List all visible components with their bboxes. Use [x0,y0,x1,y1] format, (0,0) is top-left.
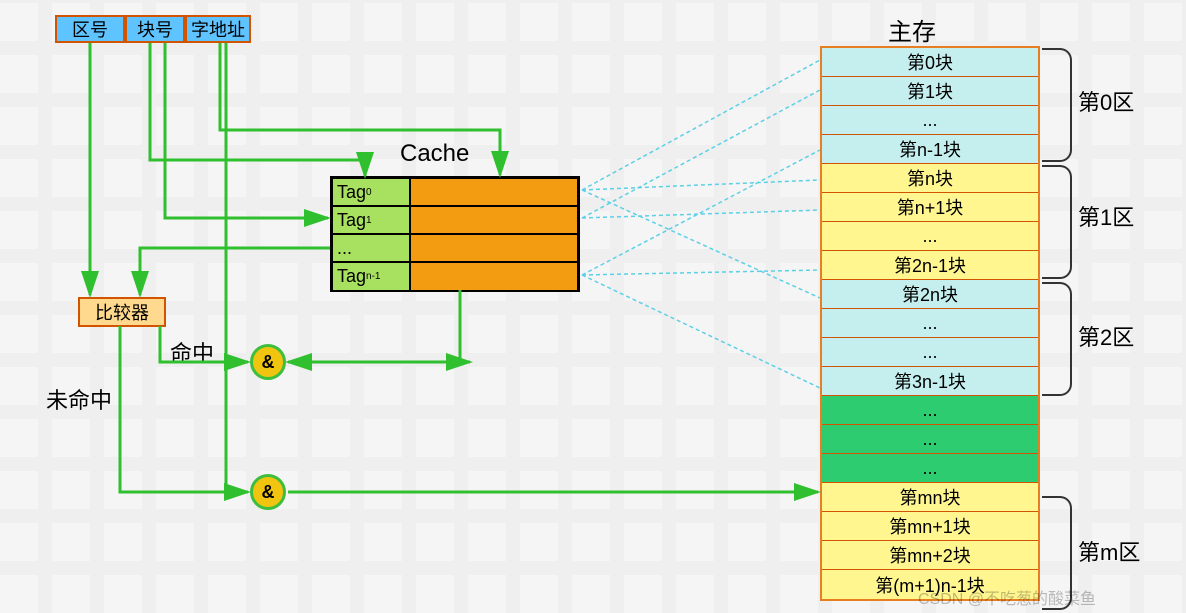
address-fields: 区号 块号 字地址 [55,15,251,43]
mem-cell: 第n+1块 [822,193,1038,222]
mem-cell: ... [822,309,1038,338]
brace-icon [1042,282,1072,396]
mem-cell: 第3n-1块 [822,367,1038,396]
brace-icon [1042,165,1072,279]
cache-tag-2: ... [332,234,410,262]
addr-region-field: 区号 [55,15,125,43]
mem-cell: 第n块 [822,164,1038,193]
mem-cell: ... [822,454,1038,483]
mem-cell: 第2n块 [822,280,1038,309]
mem-cell: 第0块 [822,48,1038,77]
mem-cell: ... [822,338,1038,367]
region-label-m: 第m区 [1078,535,1140,567]
mem-cell: 第n-1块 [822,135,1038,164]
cache-label: Cache [400,140,469,168]
mem-cell: 第mn+1块 [822,512,1038,541]
region-label-0: 第0区 [1078,85,1134,117]
cache-data-2 [410,234,578,262]
hit-label: 命中 [170,336,214,368]
cache-table: Tag0 Tag1 ... Tagn-1 [330,176,580,292]
main-memory: 第0块 第1块 ... 第n-1块 第n块 第n+1块 ... 第2n-1块 第… [820,46,1040,601]
cache-tag-3: Tagn-1 [332,262,410,290]
mem-cell: 第mn块 [822,483,1038,512]
mem-cell: ... [822,425,1038,454]
cache-data-3 [410,262,578,290]
addr-word-field: 字地址 [185,15,251,43]
comparator: 比较器 [78,297,166,327]
miss-label: 未命中 [46,383,112,415]
brace-icon [1042,48,1072,162]
and-gate-icon: & [250,344,286,380]
mem-cell: 第2n-1块 [822,251,1038,280]
mem-cell: ... [822,396,1038,425]
mem-cell: ... [822,222,1038,251]
mem-cell: 第mn+2块 [822,541,1038,570]
and-gate-icon: & [250,474,286,510]
cache-data-0 [410,178,578,206]
mem-cell: 第1块 [822,77,1038,106]
cache-data-1 [410,206,578,234]
main-memory-label: 主存 [888,12,936,47]
region-label-1: 第1区 [1078,200,1134,232]
cache-tag-0: Tag0 [332,178,410,206]
watermark: CSDN @不吃葱的酸菜鱼 [918,585,1096,609]
addr-block-field: 块号 [125,15,185,43]
cache-tag-1: Tag1 [332,206,410,234]
mem-cell: ... [822,106,1038,135]
region-label-2: 第2区 [1078,320,1134,352]
